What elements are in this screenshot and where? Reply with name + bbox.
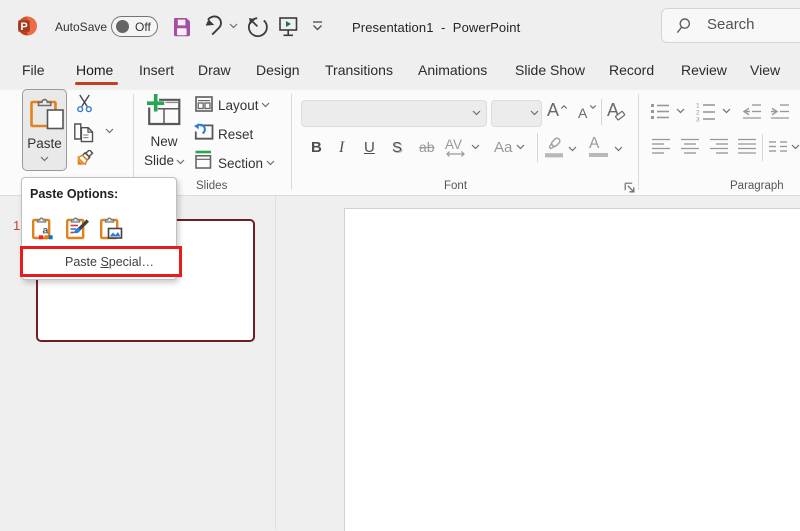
svg-text:P: P: [20, 21, 27, 33]
svg-text:3: 3: [696, 117, 700, 123]
svg-text:2: 2: [696, 110, 700, 117]
svg-text:a: a: [43, 225, 49, 237]
svg-text:1: 1: [696, 103, 700, 110]
